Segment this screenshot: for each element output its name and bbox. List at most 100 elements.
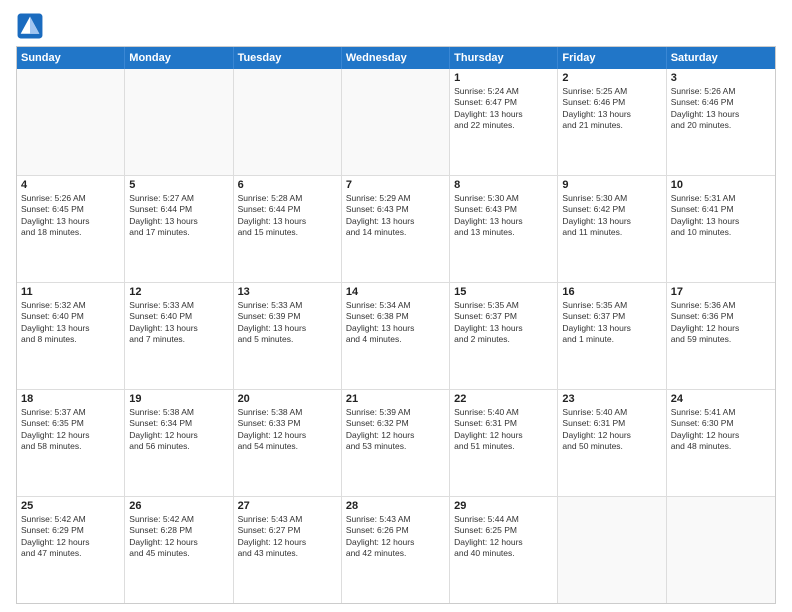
calendar-cell: 4 Sunrise: 5:26 AM Sunset: 6:45 PM Daylig… <box>17 176 125 282</box>
day-info: Sunrise: 5:38 AM Sunset: 6:34 PM Dayligh… <box>129 407 228 453</box>
calendar-cell: 11 Sunrise: 5:32 AM Sunset: 6:40 PM Dayli… <box>17 283 125 389</box>
header <box>16 12 776 40</box>
day-number: 23 <box>562 393 661 405</box>
header-cell-tuesday: Tuesday <box>234 47 342 69</box>
day-number: 12 <box>129 286 228 298</box>
day-number: 19 <box>129 393 228 405</box>
calendar-cell: 24 Sunrise: 5:41 AM Sunset: 6:30 PM Dayli… <box>667 390 775 496</box>
calendar-cell: 25 Sunrise: 5:42 AM Sunset: 6:29 PM Dayli… <box>17 497 125 603</box>
day-number: 25 <box>21 500 120 512</box>
calendar-cell: 15 Sunrise: 5:35 AM Sunset: 6:37 PM Dayli… <box>450 283 558 389</box>
calendar-row: 4 Sunrise: 5:26 AM Sunset: 6:45 PM Daylig… <box>17 176 775 283</box>
day-info: Sunrise: 5:43 AM Sunset: 6:27 PM Dayligh… <box>238 514 337 560</box>
calendar-cell <box>125 69 233 175</box>
day-number: 3 <box>671 72 771 84</box>
day-info: Sunrise: 5:32 AM Sunset: 6:40 PM Dayligh… <box>21 300 120 346</box>
day-number: 20 <box>238 393 337 405</box>
day-number: 17 <box>671 286 771 298</box>
header-cell-wednesday: Wednesday <box>342 47 450 69</box>
day-number: 6 <box>238 179 337 191</box>
calendar-cell: 21 Sunrise: 5:39 AM Sunset: 6:32 PM Dayli… <box>342 390 450 496</box>
day-number: 1 <box>454 72 553 84</box>
logo <box>16 12 48 40</box>
day-info: Sunrise: 5:24 AM Sunset: 6:47 PM Dayligh… <box>454 86 553 132</box>
day-number: 9 <box>562 179 661 191</box>
day-info: Sunrise: 5:42 AM Sunset: 6:29 PM Dayligh… <box>21 514 120 560</box>
calendar-row: 25 Sunrise: 5:42 AM Sunset: 6:29 PM Dayli… <box>17 497 775 603</box>
day-info: Sunrise: 5:44 AM Sunset: 6:25 PM Dayligh… <box>454 514 553 560</box>
day-number: 4 <box>21 179 120 191</box>
calendar-cell <box>17 69 125 175</box>
day-info: Sunrise: 5:26 AM Sunset: 6:46 PM Dayligh… <box>671 86 771 132</box>
calendar-cell <box>558 497 666 603</box>
day-number: 7 <box>346 179 445 191</box>
calendar-body: 1 Sunrise: 5:24 AM Sunset: 6:47 PM Daylig… <box>17 69 775 603</box>
calendar: SundayMondayTuesdayWednesdayThursdayFrid… <box>16 46 776 604</box>
calendar-cell: 22 Sunrise: 5:40 AM Sunset: 6:31 PM Dayli… <box>450 390 558 496</box>
calendar-cell: 9 Sunrise: 5:30 AM Sunset: 6:42 PM Daylig… <box>558 176 666 282</box>
day-number: 22 <box>454 393 553 405</box>
day-info: Sunrise: 5:43 AM Sunset: 6:26 PM Dayligh… <box>346 514 445 560</box>
calendar-cell <box>667 497 775 603</box>
page: SundayMondayTuesdayWednesdayThursdayFrid… <box>0 0 792 612</box>
day-info: Sunrise: 5:35 AM Sunset: 6:37 PM Dayligh… <box>454 300 553 346</box>
day-info: Sunrise: 5:38 AM Sunset: 6:33 PM Dayligh… <box>238 407 337 453</box>
day-number: 10 <box>671 179 771 191</box>
day-info: Sunrise: 5:33 AM Sunset: 6:40 PM Dayligh… <box>129 300 228 346</box>
calendar-cell: 27 Sunrise: 5:43 AM Sunset: 6:27 PM Dayli… <box>234 497 342 603</box>
day-info: Sunrise: 5:25 AM Sunset: 6:46 PM Dayligh… <box>562 86 661 132</box>
calendar-cell: 10 Sunrise: 5:31 AM Sunset: 6:41 PM Dayli… <box>667 176 775 282</box>
day-info: Sunrise: 5:33 AM Sunset: 6:39 PM Dayligh… <box>238 300 337 346</box>
calendar-cell: 23Sunrise: 5:40 AM Sunset: 6:31 PM Dayli… <box>558 390 666 496</box>
calendar-cell <box>342 69 450 175</box>
day-info: Sunrise: 5:34 AM Sunset: 6:38 PM Dayligh… <box>346 300 445 346</box>
day-info: Sunrise: 5:29 AM Sunset: 6:43 PM Dayligh… <box>346 193 445 239</box>
day-number: 11 <box>21 286 120 298</box>
logo-icon <box>16 12 44 40</box>
day-info: Sunrise: 5:31 AM Sunset: 6:41 PM Dayligh… <box>671 193 771 239</box>
calendar-cell: 5Sunrise: 5:27 AM Sunset: 6:44 PM Daylig… <box>125 176 233 282</box>
calendar-cell: 26Sunrise: 5:42 AM Sunset: 6:28 PM Dayli… <box>125 497 233 603</box>
calendar-cell <box>234 69 342 175</box>
day-number: 28 <box>346 500 445 512</box>
day-info: Sunrise: 5:30 AM Sunset: 6:42 PM Dayligh… <box>562 193 661 239</box>
day-number: 24 <box>671 393 771 405</box>
day-info: Sunrise: 5:28 AM Sunset: 6:44 PM Dayligh… <box>238 193 337 239</box>
header-cell-monday: Monday <box>125 47 233 69</box>
calendar-row: 18 Sunrise: 5:37 AM Sunset: 6:35 PM Dayli… <box>17 390 775 497</box>
day-number: 13 <box>238 286 337 298</box>
calendar-cell: 20 Sunrise: 5:38 AM Sunset: 6:33 PM Dayli… <box>234 390 342 496</box>
day-info: Sunrise: 5:36 AM Sunset: 6:36 PM Dayligh… <box>671 300 771 346</box>
calendar-row: 1 Sunrise: 5:24 AM Sunset: 6:47 PM Daylig… <box>17 69 775 176</box>
calendar-cell: 8 Sunrise: 5:30 AM Sunset: 6:43 PM Daylig… <box>450 176 558 282</box>
day-number: 27 <box>238 500 337 512</box>
day-info: Sunrise: 5:39 AM Sunset: 6:32 PM Dayligh… <box>346 407 445 453</box>
calendar-cell: 2 Sunrise: 5:25 AM Sunset: 6:46 PM Daylig… <box>558 69 666 175</box>
day-number: 8 <box>454 179 553 191</box>
header-cell-saturday: Saturday <box>667 47 775 69</box>
day-number: 15 <box>454 286 553 298</box>
calendar-cell: 14Sunrise: 5:34 AM Sunset: 6:38 PM Dayli… <box>342 283 450 389</box>
calendar-header: SundayMondayTuesdayWednesdayThursdayFrid… <box>17 47 775 69</box>
day-number: 21 <box>346 393 445 405</box>
header-cell-thursday: Thursday <box>450 47 558 69</box>
calendar-cell: 1 Sunrise: 5:24 AM Sunset: 6:47 PM Daylig… <box>450 69 558 175</box>
day-number: 18 <box>21 393 120 405</box>
header-cell-sunday: Sunday <box>17 47 125 69</box>
day-info: Sunrise: 5:41 AM Sunset: 6:30 PM Dayligh… <box>671 407 771 453</box>
day-info: Sunrise: 5:26 AM Sunset: 6:45 PM Dayligh… <box>21 193 120 239</box>
calendar-cell: 13 Sunrise: 5:33 AM Sunset: 6:39 PM Dayli… <box>234 283 342 389</box>
day-info: Sunrise: 5:42 AM Sunset: 6:28 PM Dayligh… <box>129 514 228 560</box>
day-info: Sunrise: 5:30 AM Sunset: 6:43 PM Dayligh… <box>454 193 553 239</box>
calendar-cell: 7 Sunrise: 5:29 AM Sunset: 6:43 PM Daylig… <box>342 176 450 282</box>
calendar-cell: 16Sunrise: 5:35 AM Sunset: 6:37 PM Dayli… <box>558 283 666 389</box>
calendar-cell: 17 Sunrise: 5:36 AM Sunset: 6:36 PM Dayli… <box>667 283 775 389</box>
day-number: 2 <box>562 72 661 84</box>
day-info: Sunrise: 5:35 AM Sunset: 6:37 PM Dayligh… <box>562 300 661 346</box>
day-number: 5 <box>129 179 228 191</box>
day-info: Sunrise: 5:37 AM Sunset: 6:35 PM Dayligh… <box>21 407 120 453</box>
calendar-row: 11 Sunrise: 5:32 AM Sunset: 6:40 PM Dayli… <box>17 283 775 390</box>
day-info: Sunrise: 5:40 AM Sunset: 6:31 PM Dayligh… <box>454 407 553 453</box>
calendar-cell: 28 Sunrise: 5:43 AM Sunset: 6:26 PM Dayli… <box>342 497 450 603</box>
calendar-cell: 6 Sunrise: 5:28 AM Sunset: 6:44 PM Daylig… <box>234 176 342 282</box>
